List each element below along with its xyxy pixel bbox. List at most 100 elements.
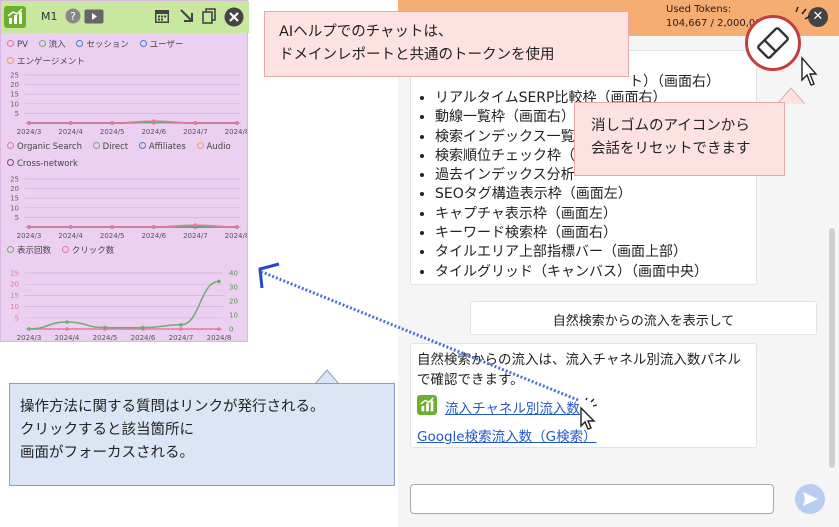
x-tick-label: 2024/4 [58, 232, 83, 240]
list-item: タイルエリア上部指標バー（画面上部） [435, 243, 708, 262]
x-tick-label: 2024/8 [225, 232, 247, 240]
panel-link-channel-traffic[interactable]: 流入チャネル別流入数 [445, 397, 580, 417]
legend-item[interactable]: セッション [76, 38, 129, 50]
legend-label: Affiliates [148, 142, 186, 152]
y2-tick-label: 30 [229, 284, 238, 292]
list-item: タイルグリッド（キャンバス）（画面中央） [435, 263, 708, 282]
data-point [217, 327, 221, 331]
legend-item[interactable]: Organic Search [7, 142, 82, 152]
legend-label: Organic Search [17, 142, 82, 152]
callout-token-note: AIヘルプでのチャットは、 ドメインレポートと共通のトークンを使用 [264, 11, 629, 77]
legend-item[interactable]: クリック数 [61, 244, 115, 256]
data-point [235, 121, 239, 125]
list-partial-item: ト）（画面右） [629, 74, 720, 90]
series-line [28, 280, 220, 330]
data-point [65, 327, 69, 331]
legend-chart2-row2: Cross-network [7, 159, 86, 169]
video-icon[interactable] [84, 9, 104, 28]
legend-item[interactable]: 流入 [38, 38, 66, 50]
used-tokens-label: Used Tokens: [666, 4, 732, 15]
help-icon[interactable]: ? [65, 8, 81, 28]
mouse-cursor-icon [788, 2, 824, 92]
legend-chart2-row1: Organic Search Direct Affiliates Audio [7, 142, 239, 152]
callout-text: 画面がフォーカスされる。 [20, 445, 194, 461]
x-tick-label: 2024/7 [169, 334, 194, 342]
x-tick-label: 2024/8 [207, 334, 232, 342]
legend-item[interactable]: Affiliates [138, 142, 186, 152]
data-point [68, 121, 73, 125]
x-tick-label: 2024/4 [58, 128, 83, 136]
panel-name: M1 [41, 10, 58, 23]
legend-chart1-row2: エンゲージメント [7, 55, 93, 67]
callout-text: 消しゴムのアイコンから [591, 118, 750, 134]
callout-text: 会話をリセットできます [591, 141, 751, 157]
callout-text: ドメインレポートと共通のトークンを使用 [279, 47, 555, 63]
resize-arrow-icon[interactable] [179, 8, 195, 28]
list-item: キャプチャ表示枠（画面左） [435, 205, 708, 224]
data-point [65, 320, 69, 324]
legend-item[interactable]: Audio [196, 142, 231, 152]
user-message-text: 自然検索からの流入を表示して [552, 314, 735, 329]
x-tick-label: 2024/6 [141, 232, 166, 240]
panel-link-icon [417, 395, 437, 415]
x-tick-label: 2024/5 [100, 232, 125, 240]
send-button[interactable] [795, 484, 825, 514]
data-point [193, 121, 198, 125]
data-point [110, 121, 114, 125]
svg-text:?: ? [70, 10, 76, 23]
list-item: SEOタグ構造表示枠（画面左） [435, 185, 708, 204]
data-point [179, 327, 183, 331]
list-item: キーワード検索枠（画面右） [435, 224, 708, 243]
y-tick-label: 25 [10, 270, 19, 278]
chat-input[interactable] [410, 484, 774, 514]
series-line [28, 120, 237, 124]
legend-chart3-row1: 表示回数 クリック数 [7, 244, 122, 256]
mouse-cursor-icon [577, 396, 601, 434]
close-panel-icon[interactable] [224, 7, 244, 31]
y-tick-label: 15 [10, 195, 19, 203]
x-tick-label: 2024/4 [55, 334, 80, 342]
legend-item[interactable]: Cross-network [7, 159, 78, 169]
legend-label: クリック数 [71, 246, 115, 256]
legend-item[interactable]: Direct [92, 142, 128, 152]
y-tick-label: 20 [10, 185, 19, 193]
send-icon [803, 492, 818, 506]
callout-text: クリックすると該当箇所に [20, 422, 194, 438]
y2-tick-label: 20 [229, 298, 238, 306]
legend-item[interactable]: 表示回数 [7, 244, 51, 256]
legend-item[interactable]: ユーザー [139, 38, 183, 50]
panel-link-google-search[interactable]: Google検索流入数（G検索） [417, 425, 597, 445]
legend-item[interactable]: PV [7, 40, 28, 50]
data-point [27, 327, 31, 331]
chart-channels: 2520 1510 5 2024/3 2024/4 2024/5 2024/6 2024/7 2… [10, 176, 247, 241]
legend-label: エンゲージメント [17, 57, 85, 67]
y-tick-label: 15 [10, 292, 19, 300]
report-panel: M1 ? PV 流入 セッション ユーザー エンゲージメント 25 20 15 10 5… [0, 0, 249, 342]
legend-label: Cross-network [17, 159, 78, 169]
x-tick-label: 2024/6 [141, 128, 166, 136]
y-tick-label: 5 [15, 110, 19, 118]
legend-chart1-row1: PV 流入 セッション ユーザー [7, 38, 191, 50]
y-tick-label: 10 [10, 100, 19, 108]
callout-text: AIヘルプでのチャットは、 [279, 24, 453, 40]
x-tick-label: 2024/3 [17, 232, 42, 240]
y-tick-label: 20 [10, 281, 19, 289]
chat-scrollbar-thumb[interactable] [829, 228, 835, 468]
data-point [110, 225, 114, 229]
x-tick-label: 2024/3 [17, 128, 42, 136]
copy-icon[interactable] [201, 8, 217, 28]
data-point [141, 325, 145, 330]
calendar-icon[interactable] [154, 8, 170, 28]
y-tick-label: 20 [10, 81, 19, 89]
legend-label: セッション [86, 40, 129, 50]
x-tick-label: 2024/8 [225, 128, 247, 136]
user-message: 自然検索からの流入を表示して [470, 301, 817, 335]
data-point [217, 279, 221, 284]
legend-item[interactable]: エンゲージメント [7, 55, 85, 67]
data-point [179, 323, 183, 327]
ai-help-chat: Used Tokens: 104,667 / 2,000,000 ✕ ト）（画面… [398, 0, 839, 527]
y-tick-label: 10 [10, 303, 19, 311]
data-point [103, 325, 107, 330]
legend-label: 流入 [48, 40, 66, 50]
reply-text: 自然検索からの流入は、流入チャネル別流入数パネルで確認できます。 [417, 352, 741, 388]
